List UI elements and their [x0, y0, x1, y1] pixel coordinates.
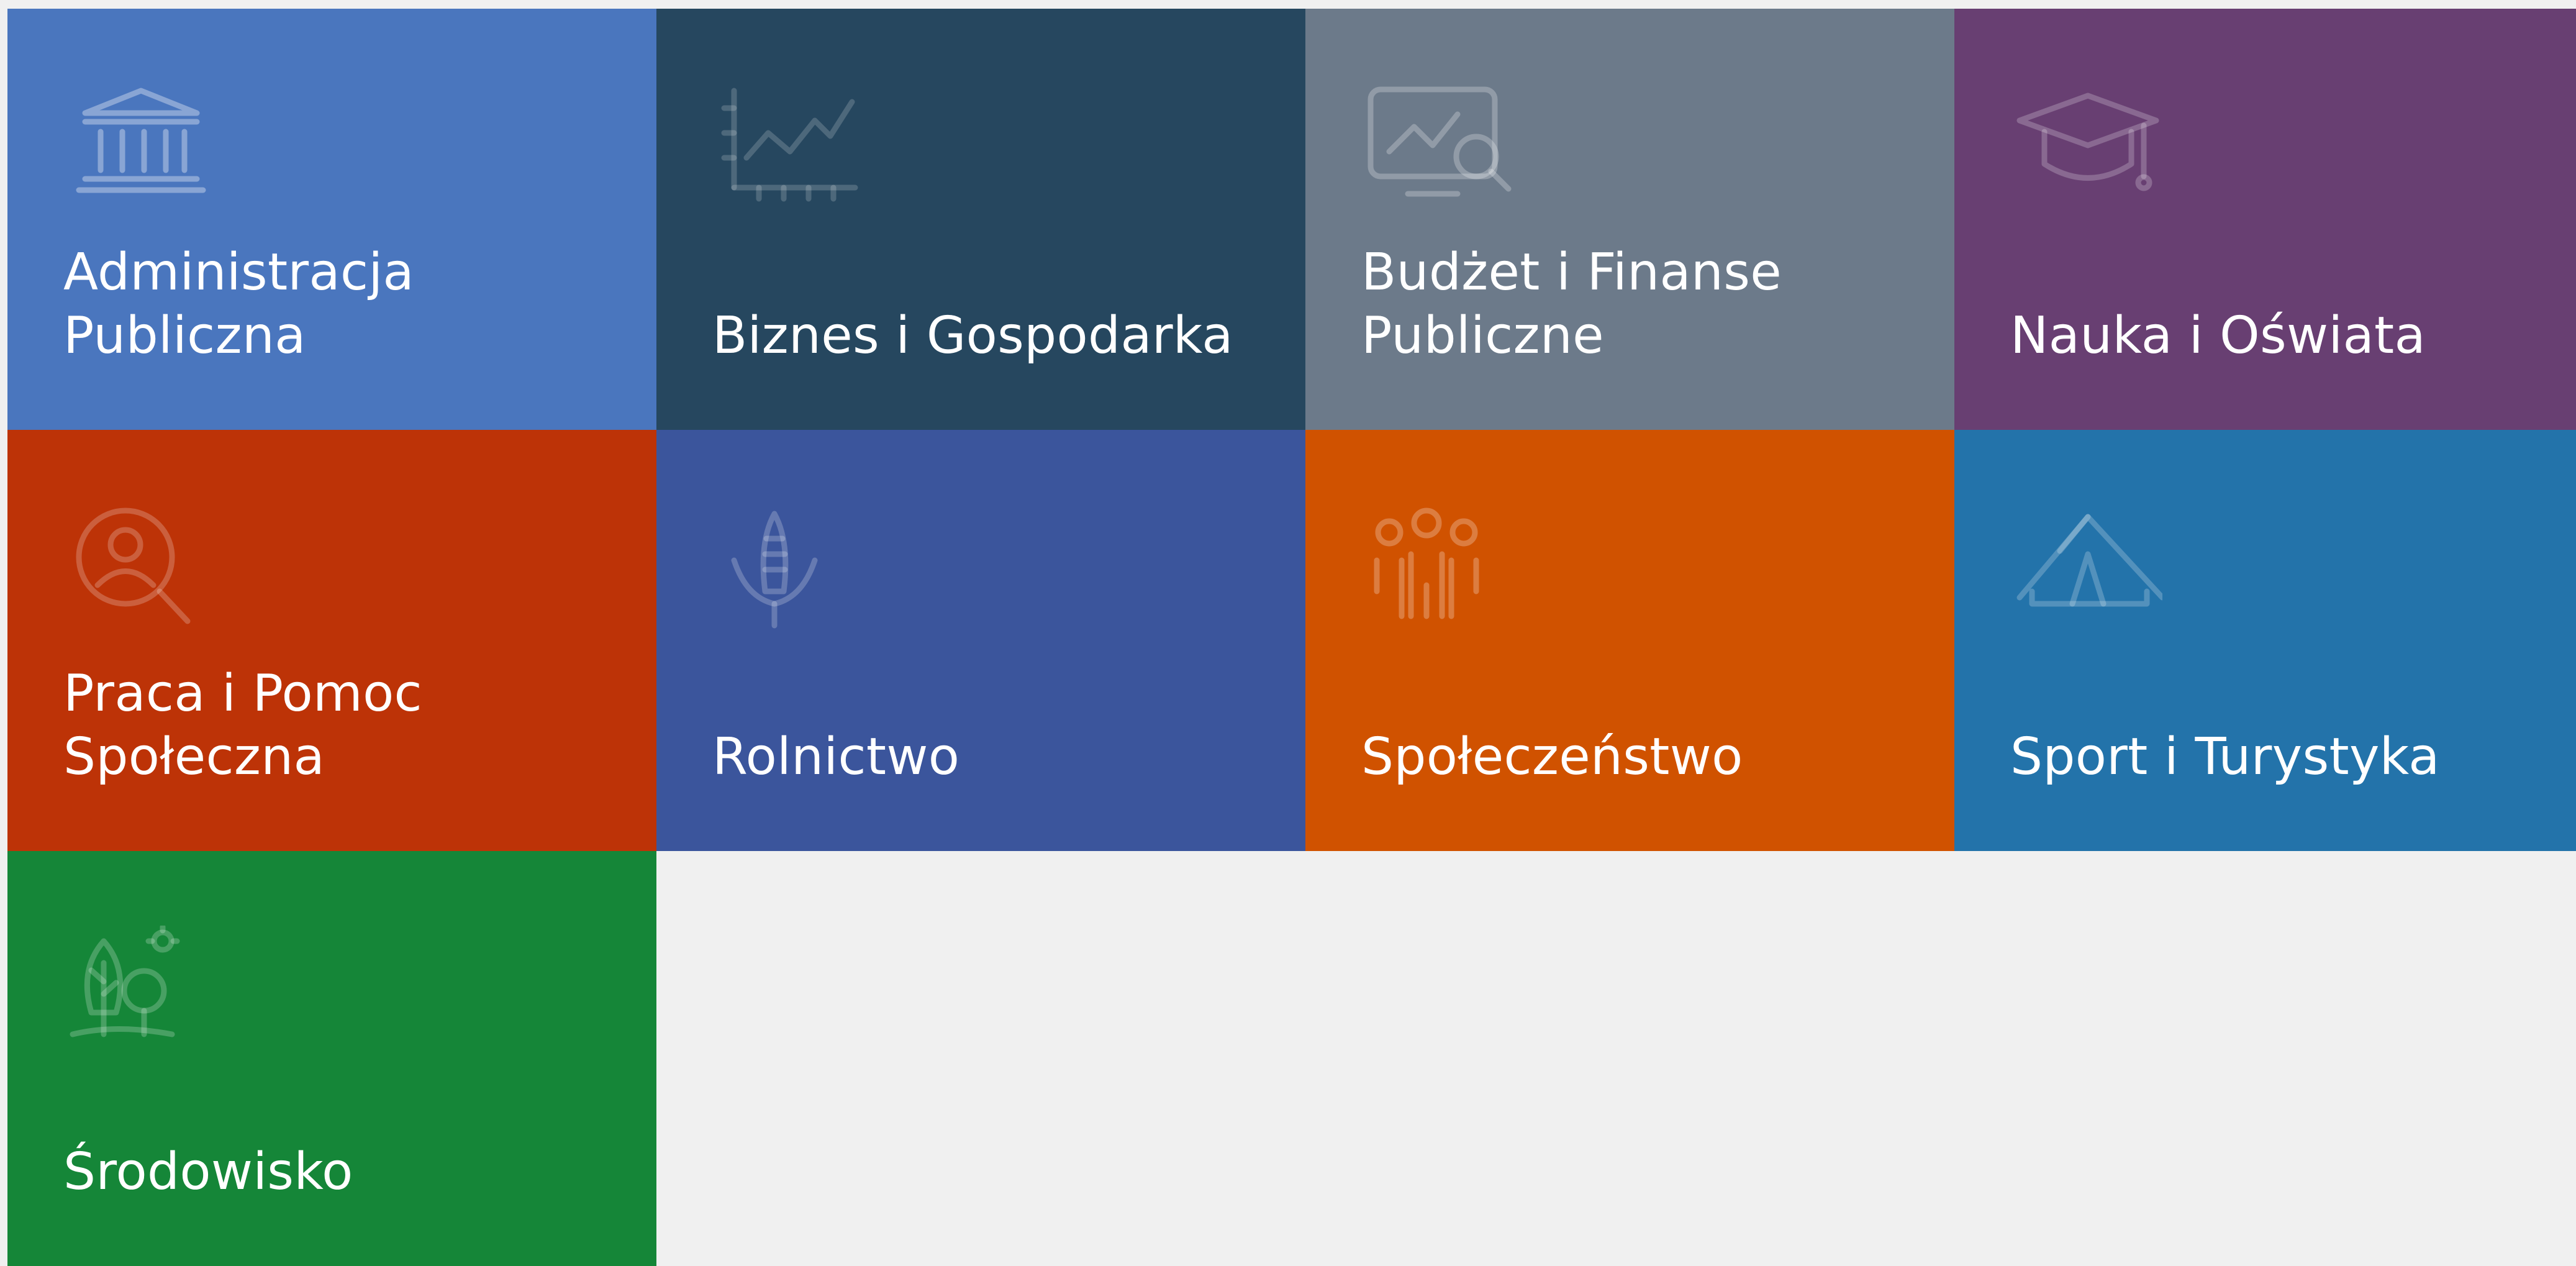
- tile-administracja-publiczna[interactable]: Administracja Publiczna: [7, 9, 656, 430]
- person-search-icon: [66, 504, 215, 629]
- tile-label: Sport i Turystyka: [2010, 727, 2440, 786]
- people-group-icon: [1364, 504, 1513, 629]
- tile-label: Administracja Publiczna: [63, 243, 414, 365]
- trees-sun-icon: [66, 926, 215, 1050]
- tile-sport-i-turystyka[interactable]: Sport i Turystyka: [1954, 430, 2576, 851]
- tile-budzet-i-finanse-publiczne[interactable]: Budżet i Finanse Publiczne: [1305, 9, 1954, 430]
- monitor-chart-search-icon: [1364, 83, 1513, 207]
- corn-icon: [715, 504, 864, 629]
- tent-icon: [2013, 504, 2162, 629]
- category-grid: Administracja Publiczna Biznes i Gospoda…: [7, 9, 2576, 1266]
- tile-label: Budżet i Finanse Publiczne: [1361, 243, 1782, 365]
- tile-label: Biznes i Gospodarka: [712, 306, 1233, 365]
- tile-label: Praca i Pomoc Społeczna: [63, 664, 422, 786]
- government-building-icon: [66, 83, 215, 207]
- tile-label: Środowisko: [63, 1142, 353, 1201]
- page: Administracja Publiczna Biznes i Gospoda…: [0, 0, 2576, 1266]
- tile-praca-i-pomoc-spoleczna[interactable]: Praca i Pomoc Społeczna: [7, 430, 656, 851]
- line-chart-icon: [715, 83, 864, 207]
- tile-nauka-i-oswiata[interactable]: Nauka i Oświata: [1954, 9, 2576, 430]
- tile-spoleczenstwo[interactable]: Społeczeństwo: [1305, 430, 1954, 851]
- tile-label: Nauka i Oświata: [2010, 306, 2426, 365]
- tile-label: Rolnictwo: [712, 727, 960, 786]
- tile-srodowisko[interactable]: Środowisko: [7, 851, 656, 1266]
- tile-label: Społeczeństwo: [1361, 727, 1743, 786]
- tile-biznes-i-gospodarka[interactable]: Biznes i Gospodarka: [656, 9, 1305, 430]
- tile-rolnictwo[interactable]: Rolnictwo: [656, 430, 1305, 851]
- graduation-cap-icon: [2013, 83, 2162, 207]
